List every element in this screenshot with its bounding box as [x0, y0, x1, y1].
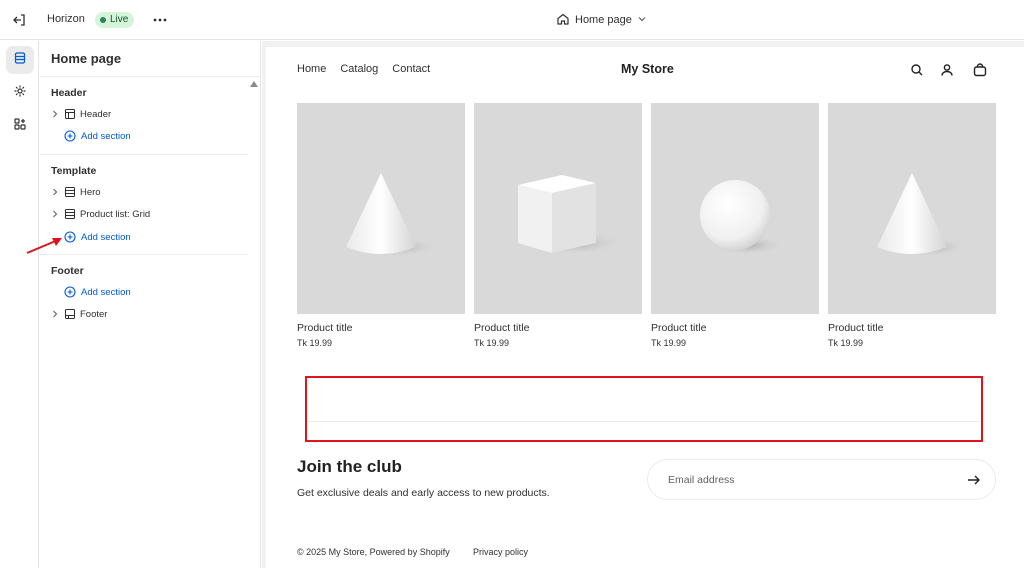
chevron-down-icon	[637, 14, 647, 27]
section-grid-icon	[64, 208, 76, 220]
scroll-up-icon[interactable]	[250, 81, 258, 87]
product-price: Tk 19.99	[297, 338, 333, 348]
chevron-right-icon[interactable]	[50, 109, 60, 119]
product-card[interactable]: Product title Tk 19.99	[651, 103, 819, 348]
product-card[interactable]: Product title Tk 19.99	[828, 103, 996, 348]
section-hero-icon	[64, 186, 76, 198]
section-row-hero[interactable]: Hero	[50, 183, 101, 201]
theme-settings-button[interactable]	[6, 79, 34, 107]
nav-link-contact[interactable]: Contact	[392, 63, 430, 75]
group-divider	[40, 254, 248, 255]
chevron-right-icon[interactable]	[50, 309, 60, 319]
apps-button[interactable]	[6, 112, 34, 140]
group-label-footer: Footer	[51, 265, 84, 277]
theme-name: Horizon	[47, 13, 85, 25]
product-image	[651, 103, 819, 314]
sections-sidebar: Home page Header Header Add section Temp…	[40, 41, 261, 568]
add-section-label: Add section	[81, 130, 131, 142]
footer-copyright: © 2025 My Store, Powered by Shopify	[297, 547, 450, 557]
plus-circle-icon	[64, 130, 76, 142]
section-header-icon	[64, 108, 76, 120]
editor-topbar: Horizon Live Home page	[0, 0, 1024, 40]
plus-circle-icon	[64, 286, 76, 298]
annotation-arrow-icon	[26, 238, 62, 254]
section-footer-icon	[64, 308, 76, 320]
live-badge: Live	[95, 12, 135, 28]
add-section-footer[interactable]: Add section	[64, 283, 131, 301]
search-icon[interactable]	[909, 62, 925, 78]
nav-link-catalog[interactable]: Catalog	[340, 63, 378, 75]
section-row-footer[interactable]: Footer	[50, 305, 107, 323]
section-row-product-list[interactable]: Product list: Grid	[50, 205, 150, 223]
left-rail	[0, 41, 39, 568]
product-title: Product title	[828, 322, 884, 334]
store-nav: Home Catalog Contact	[297, 63, 430, 75]
product-price: Tk 19.99	[828, 338, 864, 348]
nav-link-home[interactable]: Home	[297, 63, 326, 75]
email-input[interactable]	[647, 459, 996, 500]
product-card[interactable]: Product title Tk 19.99	[297, 103, 465, 348]
annotation-highlight-box	[305, 376, 983, 442]
product-image	[474, 103, 642, 314]
section-label: Header	[80, 108, 112, 120]
product-image	[297, 103, 465, 314]
exit-icon[interactable]	[10, 10, 30, 30]
sidebar-title: Home page	[51, 51, 122, 66]
section-row-header[interactable]: Header	[50, 105, 111, 123]
product-price: Tk 19.99	[651, 338, 687, 348]
sections-button[interactable]	[6, 46, 34, 74]
page-selector-label: Home page	[575, 14, 632, 26]
newsletter-subtitle: Get exclusive deals and early access to …	[297, 487, 550, 499]
chevron-right-icon[interactable]	[50, 187, 60, 197]
section-label: Hero	[80, 186, 101, 198]
more-icon[interactable]	[151, 10, 169, 30]
product-image	[828, 103, 996, 314]
group-divider	[40, 154, 248, 155]
arrow-right-icon[interactable]	[965, 471, 983, 489]
privacy-policy-link[interactable]: Privacy policy	[473, 547, 528, 557]
product-title: Product title	[297, 322, 353, 334]
newsletter-title: Join the club	[297, 457, 402, 476]
add-section-label: Add section	[81, 286, 131, 298]
page-selector[interactable]: Home page	[556, 10, 647, 30]
apps-icon	[13, 117, 27, 136]
section-label: Footer	[80, 308, 108, 320]
product-title: Product title	[474, 322, 530, 334]
section-label: Product list: Grid	[80, 208, 151, 220]
product-price: Tk 19.99	[474, 338, 510, 348]
add-section-header[interactable]: Add section	[64, 127, 131, 145]
product-title: Product title	[651, 322, 707, 334]
cart-icon[interactable]	[972, 62, 988, 78]
group-label-header: Header	[51, 87, 87, 99]
add-section-label: Add section	[81, 231, 131, 243]
product-card[interactable]: Product title Tk 19.99	[474, 103, 642, 348]
sections-icon	[13, 51, 27, 70]
sidebar-title-divider	[40, 76, 261, 77]
store-name[interactable]: My Store	[621, 62, 674, 76]
add-section-template[interactable]: Add section	[64, 228, 131, 246]
home-icon	[556, 12, 570, 29]
settings-icon	[13, 84, 27, 103]
group-label-template: Template	[51, 165, 97, 177]
chevron-right-icon[interactable]	[50, 209, 60, 219]
account-icon[interactable]	[939, 62, 955, 78]
